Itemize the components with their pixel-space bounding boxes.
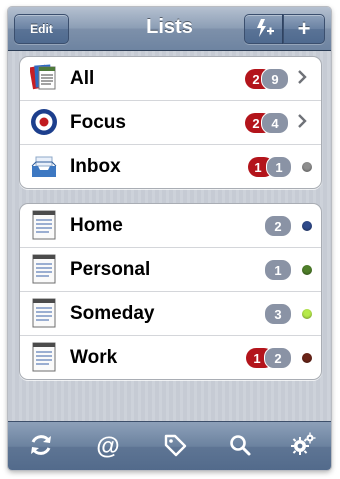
list-label: All — [70, 68, 95, 89]
tag-icon — [163, 433, 187, 462]
list-label: Work — [70, 347, 118, 368]
list-sheet-icon — [30, 210, 58, 240]
list-row-home[interactable]: Home 2 — [20, 204, 321, 248]
search-icon — [228, 433, 252, 462]
quick-add-button[interactable] — [244, 14, 283, 44]
list-label: Home — [70, 215, 123, 236]
search-button[interactable] — [225, 432, 255, 462]
smart-lists-group: All 2 9 Focus 2 4 Inbox 1 1 — [19, 56, 322, 189]
list-color-dot — [302, 162, 312, 172]
count-badge: 1 — [264, 259, 292, 281]
list-row-focus[interactable]: Focus 2 4 — [20, 101, 321, 145]
count-badge: 2 — [264, 215, 292, 237]
list-row-personal[interactable]: Personal 1 — [20, 248, 321, 292]
contexts-button[interactable]: @ — [93, 432, 123, 462]
count-badge: 9 — [261, 68, 289, 90]
sync-button[interactable] — [26, 432, 56, 462]
list-color-dot — [302, 309, 312, 319]
count-badge: 4 — [261, 112, 289, 134]
stacked-lists-icon — [29, 63, 58, 93]
sync-icon — [28, 432, 54, 463]
tags-button[interactable] — [160, 432, 190, 462]
list-color-dot — [302, 265, 312, 275]
app-window: Edit Lists + All 2 9 Focus 2 4 Inbox 1 1… — [8, 7, 331, 470]
list-row-someday[interactable]: Someday 3 — [20, 292, 321, 336]
list-color-dot — [302, 221, 312, 231]
list-sheet-icon — [30, 254, 58, 284]
settings-button[interactable] — [288, 432, 318, 462]
list-label: Inbox — [70, 156, 121, 177]
at-sign-icon: @ — [96, 433, 120, 460]
user-lists-group: Home 2 Personal 1 Someday 3 Work 1 2 — [19, 203, 322, 380]
list-row-inbox[interactable]: Inbox 1 1 — [20, 145, 321, 188]
target-roundel-icon — [30, 107, 58, 137]
list-label: Personal — [70, 259, 151, 280]
add-segmented-control: + — [244, 14, 325, 44]
bottom-toolbar: @ — [8, 421, 331, 470]
add-list-button[interactable]: + — [283, 14, 325, 44]
list-color-dot — [302, 353, 312, 363]
chevron-right-icon — [297, 114, 311, 130]
list-label: Focus — [70, 112, 126, 133]
settings-gears-icon — [289, 431, 317, 464]
chevron-right-icon — [297, 70, 311, 86]
count-badge: 2 — [264, 347, 292, 369]
list-label: Someday — [70, 303, 155, 324]
count-badge: 1 — [266, 156, 292, 178]
lightning-plus-icon — [253, 17, 275, 42]
count-badge: 3 — [264, 303, 292, 325]
list-row-all[interactable]: All 2 9 — [20, 57, 321, 101]
list-sheet-icon — [30, 298, 58, 328]
navigation-bar: Edit Lists + — [8, 7, 331, 51]
inbox-tray-icon — [30, 151, 58, 181]
list-sheet-icon — [30, 342, 58, 372]
list-row-work[interactable]: Work 1 2 — [20, 336, 321, 379]
